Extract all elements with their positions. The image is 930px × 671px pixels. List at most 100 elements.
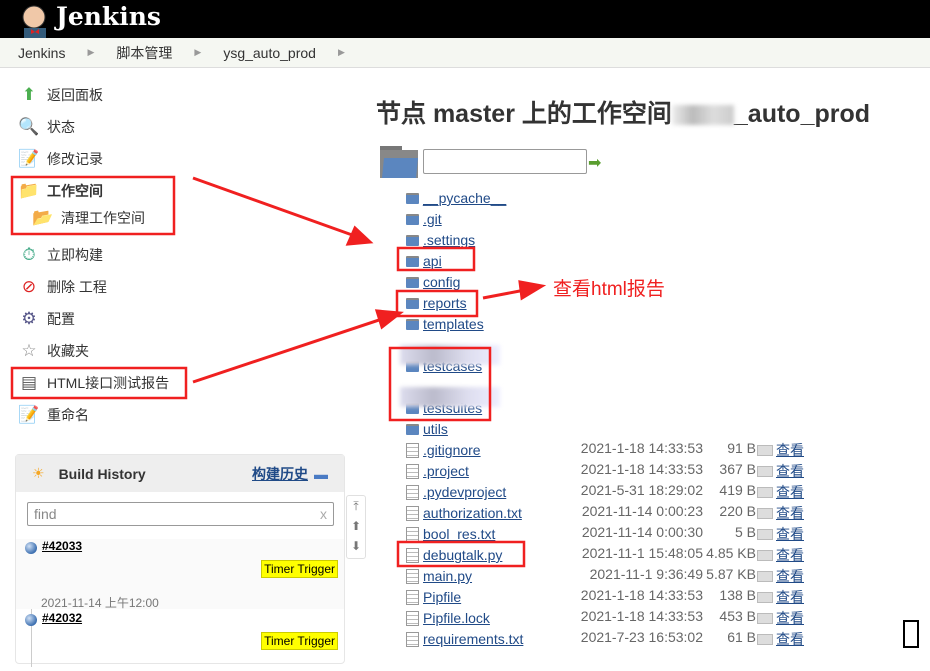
file-date: 2021-1-18 14:33:53 (580, 587, 703, 603)
view-icon[interactable] (757, 570, 773, 582)
build-time[interactable]: 2021-11-14 上午12:00 (41, 594, 159, 611)
sidebar-item[interactable]: ☆ 收藏夹 (18, 340, 89, 362)
sidebar-item[interactable]: 📝 重命名 (18, 404, 89, 426)
file-date: 2021-1-18 14:33:53 (580, 461, 703, 477)
folder-icon (406, 276, 419, 288)
sidebar-item[interactable]: 📁 工作空间 (18, 180, 103, 202)
text-cursor (903, 620, 919, 648)
view-link[interactable]: 查看 (776, 440, 804, 460)
arrow-up-icon: ⬆ (21, 85, 37, 104)
view-link[interactable]: 查看 (776, 587, 804, 607)
breadcrumb-item[interactable]: Jenkins (18, 45, 65, 61)
sidebar-item[interactable]: 🔍 状态 (18, 116, 75, 138)
view-icon[interactable] (757, 507, 773, 519)
view-link[interactable]: 查看 (776, 482, 804, 502)
folder-icon: 📁 (18, 181, 40, 200)
folder-link[interactable]: .settings (423, 232, 475, 248)
view-link[interactable]: 查看 (776, 608, 804, 628)
view-icon[interactable] (757, 633, 773, 645)
scroll-up-icon[interactable]: ⬆ (347, 516, 365, 536)
file-row: Pipfile.lock (406, 608, 490, 628)
report-icon: ▤ (20, 373, 38, 392)
sidebar-item[interactable]: ▤ HTML接口测试报告 (18, 372, 169, 394)
view-link[interactable]: 查看 (776, 503, 804, 523)
file-size: 61 B (727, 629, 756, 645)
find-input[interactable]: find x (27, 502, 334, 526)
chevron-right-icon[interactable]: ▶ (338, 47, 345, 58)
sidebar-item-label: 清理工作空间 (61, 210, 145, 226)
build-history-trend-link[interactable]: 构建历史 (252, 464, 308, 484)
scroll-down-icon[interactable]: ⬇ (347, 536, 365, 556)
folder-link[interactable]: reports (423, 295, 467, 311)
view-icon[interactable] (757, 549, 773, 561)
folder-link[interactable]: api (423, 253, 442, 269)
build-link[interactable]: #42033 (42, 539, 82, 553)
file-link[interactable]: main.py (423, 568, 472, 584)
file-link[interactable]: authorization.txt (423, 505, 522, 521)
view-icon[interactable] (757, 465, 773, 477)
view-link[interactable]: 查看 (776, 545, 804, 565)
folder-link[interactable]: templates (423, 316, 484, 332)
path-input[interactable] (423, 149, 587, 174)
file-link[interactable]: .gitignore (423, 442, 481, 458)
file-link[interactable]: .pydevproject (423, 484, 506, 500)
folder-icon (406, 255, 419, 267)
view-link[interactable]: 查看 (776, 566, 804, 586)
chevron-right-icon[interactable]: ▶ (87, 47, 94, 58)
brand-name[interactable]: Jenkins (56, 2, 161, 31)
sidebar-item[interactable]: 📂 清理工作空间 (32, 207, 145, 229)
file-row: bool_res.txt (406, 524, 495, 544)
sidebar-item[interactable]: ⏱ 立即构建 (18, 244, 103, 266)
folder-link[interactable]: .git (423, 211, 442, 227)
view-link[interactable]: 查看 (776, 524, 804, 544)
view-icon[interactable] (757, 528, 773, 540)
view-icon[interactable] (757, 444, 773, 456)
collapse-icon[interactable]: ▬ (314, 466, 328, 482)
folder-link[interactable]: utils (423, 421, 448, 437)
clock-icon: ⏱ (22, 245, 36, 264)
folder-row: api (406, 251, 442, 271)
jenkins-logo[interactable] (18, 2, 52, 38)
cause-badge: Timer Trigger (261, 632, 338, 650)
file-icon (406, 589, 419, 605)
view-cell: 查看 (757, 608, 804, 628)
file-link[interactable]: debugtalk.py (423, 547, 502, 563)
file-link[interactable]: .project (423, 463, 469, 479)
star-icon: ☆ (21, 341, 37, 360)
sidebar-item-label: 删除 工程 (47, 279, 107, 295)
build-link[interactable]: #42032 (42, 611, 82, 625)
view-link[interactable]: 查看 (776, 461, 804, 481)
file-date: 2021-11-14 0:00:23 (581, 503, 703, 519)
folder-link[interactable]: config (423, 274, 460, 290)
view-cell: 查看 (757, 545, 804, 565)
sidebar-item-label: 立即构建 (47, 247, 103, 263)
file-link[interactable]: Pipfile.lock (423, 610, 490, 626)
view-icon[interactable] (757, 612, 773, 624)
sidebar-item[interactable]: 📝 修改记录 (18, 148, 103, 170)
breadcrumb-item[interactable]: 脚本管理 (116, 43, 172, 63)
clear-button[interactable]: x (320, 506, 327, 522)
folder-row: templates (406, 314, 484, 334)
view-icon[interactable] (757, 591, 773, 603)
view-link[interactable]: 查看 (776, 629, 804, 649)
build-history-panel: ☀ Build History 构建历史 ▬ find x #42033 Timer T… (15, 454, 345, 667)
view-cell: 查看 (757, 524, 804, 544)
breadcrumb-item[interactable]: ysg_auto_prod (223, 45, 316, 61)
file-link[interactable]: requirements.txt (423, 631, 523, 647)
go-arrow-icon[interactable]: ➡ (588, 153, 601, 173)
sidebar-item-label: 返回面板 (47, 87, 103, 103)
scroll-top-icon[interactable]: ⤒ (347, 496, 365, 516)
sidebar-item[interactable]: ⚙ 配置 (18, 308, 75, 330)
file-link[interactable]: Pipfile (423, 589, 461, 605)
file-icon (406, 463, 419, 479)
chevron-right-icon[interactable]: ▶ (194, 47, 201, 58)
folder-link[interactable]: __pycache__ (423, 190, 506, 206)
folder-icon (406, 297, 419, 309)
file-link[interactable]: bool_res.txt (423, 526, 495, 542)
view-icon[interactable] (757, 486, 773, 498)
file-date: 2021-5-31 18:29:02 (580, 482, 703, 498)
sidebar-item[interactable]: ⬆ 返回面板 (18, 84, 103, 106)
sidebar-item-label: 状态 (47, 119, 75, 135)
sidebar-item[interactable]: ⊘ 删除 工程 (18, 276, 107, 298)
folder-row: .settings (406, 230, 475, 250)
